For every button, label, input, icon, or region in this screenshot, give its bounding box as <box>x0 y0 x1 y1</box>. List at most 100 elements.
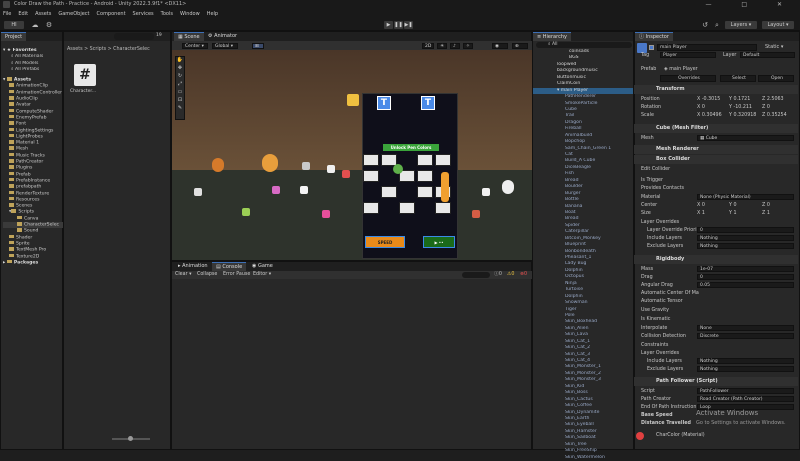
speed-button[interactable]: SPEED <box>365 236 405 248</box>
path-creator-field[interactable]: Road Creator (Path Creator) <box>697 396 794 402</box>
audio-toggle-icon[interactable]: ♪ <box>450 43 460 49</box>
center-y[interactable]: Y 0 <box>729 202 737 209</box>
script-field[interactable]: PathFollower <box>697 388 794 394</box>
menu-help[interactable]: Help <box>207 9 218 19</box>
name-field[interactable]: main Player <box>657 44 757 51</box>
rotation-z[interactable]: Z 0 <box>762 104 770 111</box>
mesh-field[interactable]: ▦ Cube <box>697 135 794 141</box>
packages-root[interactable]: ▸ Packages <box>3 259 63 266</box>
rotation-y[interactable]: Y -10.211 <box>729 104 752 111</box>
step-button[interactable]: ▶❚ <box>404 21 413 29</box>
error-count[interactable]: ⊗0 <box>520 271 527 279</box>
menu-services[interactable]: Services <box>133 9 154 19</box>
hand-tool-icon[interactable]: ✋ <box>176 57 184 65</box>
collapse-button[interactable]: Collapse <box>197 271 217 279</box>
override-priority-field[interactable]: 0 <box>697 227 794 233</box>
rigidbody-header[interactable]: Rigidbody <box>634 255 798 264</box>
tab-game[interactable]: ◉ Game <box>248 262 277 271</box>
window-controls[interactable]: — □ ✕ <box>705 0 796 9</box>
rotate-tool-icon[interactable]: ↻ <box>176 73 184 81</box>
prefab-name[interactable]: ◈ main Player <box>664 66 698 73</box>
mesh-filter-header[interactable]: Cube (Mesh Filter) <box>634 124 798 133</box>
layout-dropdown[interactable]: Layout ▾ <box>762 21 794 29</box>
pause-button[interactable]: ❚❚ <box>394 21 403 29</box>
position-x[interactable]: X -0.3015 <box>697 96 720 103</box>
constraints-label[interactable]: Constraints <box>641 342 668 349</box>
menu-window[interactable]: Window <box>180 9 200 19</box>
path-follower-header[interactable]: Path Follower (Script) <box>634 377 798 386</box>
size-z[interactable]: Z 1 <box>762 210 770 217</box>
space-dropdown[interactable]: Global ▾ <box>212 43 238 49</box>
drag-field[interactable]: 0 <box>697 274 794 280</box>
mode-2d-button[interactable]: 2D <box>422 43 434 49</box>
hierarchy-item[interactable]: Skin_Watermelon <box>553 455 633 461</box>
hierarchy-search-input[interactable]: ⌕ All <box>536 42 632 48</box>
tab-console[interactable]: ▤ Console <box>212 262 247 271</box>
open-button[interactable]: Open <box>758 75 794 82</box>
lighting-toggle-icon[interactable]: ☀ <box>437 43 447 49</box>
info-count[interactable]: ⓘ0 <box>494 271 502 279</box>
static-toggle[interactable]: Static ▾ <box>765 44 783 50</box>
rb-layer-overrides-label[interactable]: Layer Overrides <box>641 350 679 357</box>
menu-component[interactable]: Component <box>97 9 126 19</box>
clear-button[interactable]: Clear ▾ <box>175 271 191 279</box>
tab-animator[interactable]: ⚙ Animator <box>204 32 241 41</box>
unlock-banner[interactable]: Unlock Pen Colors <box>383 144 439 151</box>
transform-tool-icon[interactable]: ⊡ <box>176 97 184 105</box>
scale-tool-icon[interactable]: ⤢ <box>176 81 184 89</box>
interpolate-dropdown[interactable]: None <box>697 325 794 331</box>
position-y[interactable]: Y 0.1721 <box>729 96 750 103</box>
tab-scene[interactable]: ▦ Scene <box>174 32 204 41</box>
tab-hierarchy[interactable]: ≡ Hierarchy <box>533 32 571 41</box>
tab-inspector[interactable]: ⓘ Inspector <box>635 32 673 41</box>
mass-field[interactable]: 1e-07 <box>697 266 794 272</box>
menu-edit[interactable]: Edit <box>18 9 28 19</box>
rb-exclude-layers-dropdown[interactable]: Nothing <box>697 366 794 372</box>
exclude-layers-dropdown[interactable]: Nothing <box>697 243 794 249</box>
rotation-x[interactable]: X 0 <box>697 104 705 111</box>
project-search-input[interactable] <box>114 33 154 40</box>
menu-file[interactable]: File <box>3 9 11 19</box>
menu-gameobject[interactable]: GameObject <box>58 9 89 19</box>
position-z[interactable]: Z 2.5063 <box>762 96 784 103</box>
custom-tool-icon[interactable]: ✎ <box>176 105 184 113</box>
box-collider-header[interactable]: Box Collider <box>634 155 798 164</box>
size-x[interactable]: X 1 <box>697 210 705 217</box>
scale-z[interactable]: Z 0.35254 <box>762 112 787 119</box>
csharp-script-icon[interactable]: # <box>74 64 96 86</box>
file-name[interactable]: Character... <box>70 89 96 94</box>
tab-animation[interactable]: ▸ Animation <box>174 262 212 271</box>
history-icon[interactable]: ↺ <box>700 20 710 30</box>
breadcrumb[interactable]: Assets > Scripts > CharacterSelec <box>67 47 150 52</box>
layer-overrides-label[interactable]: Layer Overrides <box>641 219 679 226</box>
error-pause-button[interactable]: Error Pause <box>223 271 250 279</box>
mesh-renderer-header[interactable]: Mesh Renderer <box>634 145 798 154</box>
console-search-input[interactable] <box>462 272 490 278</box>
tag-dropdown[interactable]: Player <box>660 52 716 58</box>
size-y[interactable]: Y 1 <box>729 210 737 217</box>
menu-tools[interactable]: Tools <box>161 9 173 19</box>
layer-dropdown[interactable]: Default <box>740 52 795 58</box>
center-z[interactable]: Z 0 <box>762 202 770 209</box>
rect-tool-icon[interactable]: ▭ <box>176 89 184 97</box>
editor-dropdown[interactable]: Editor ▾ <box>253 271 271 279</box>
camera-dropdown-icon[interactable]: ◉ <box>492 43 508 49</box>
account-button[interactable]: HI <box>4 21 24 29</box>
scene-viewport[interactable] <box>172 50 532 260</box>
overrides-dropdown[interactable]: Overrides <box>660 75 716 82</box>
layers-dropdown[interactable]: Layers ▾ <box>725 21 757 29</box>
gizmos-dropdown-icon[interactable]: ⊕ <box>512 43 528 49</box>
grid-snap-button[interactable]: ⊞ <box>252 43 264 49</box>
cloud-icon[interactable]: ☁ <box>30 20 40 30</box>
menu-assets[interactable]: Assets <box>35 9 51 19</box>
collision-detection-dropdown[interactable]: Discrete <box>697 333 794 339</box>
angular-drag-field[interactable]: 0.05 <box>697 282 794 288</box>
rb-include-layers-dropdown[interactable]: Nothing <box>697 358 794 364</box>
include-layers-dropdown[interactable]: Nothing <box>697 235 794 241</box>
pivot-dropdown[interactable]: Center ▾ <box>182 43 208 49</box>
active-checkbox[interactable] <box>649 45 654 50</box>
zoom-slider-handle[interactable] <box>128 436 133 441</box>
warning-count[interactable]: ⚠0 <box>507 271 514 279</box>
edit-collider-label[interactable]: Edit Collider <box>641 166 670 173</box>
collab-icon[interactable]: ⚙ <box>44 20 54 30</box>
